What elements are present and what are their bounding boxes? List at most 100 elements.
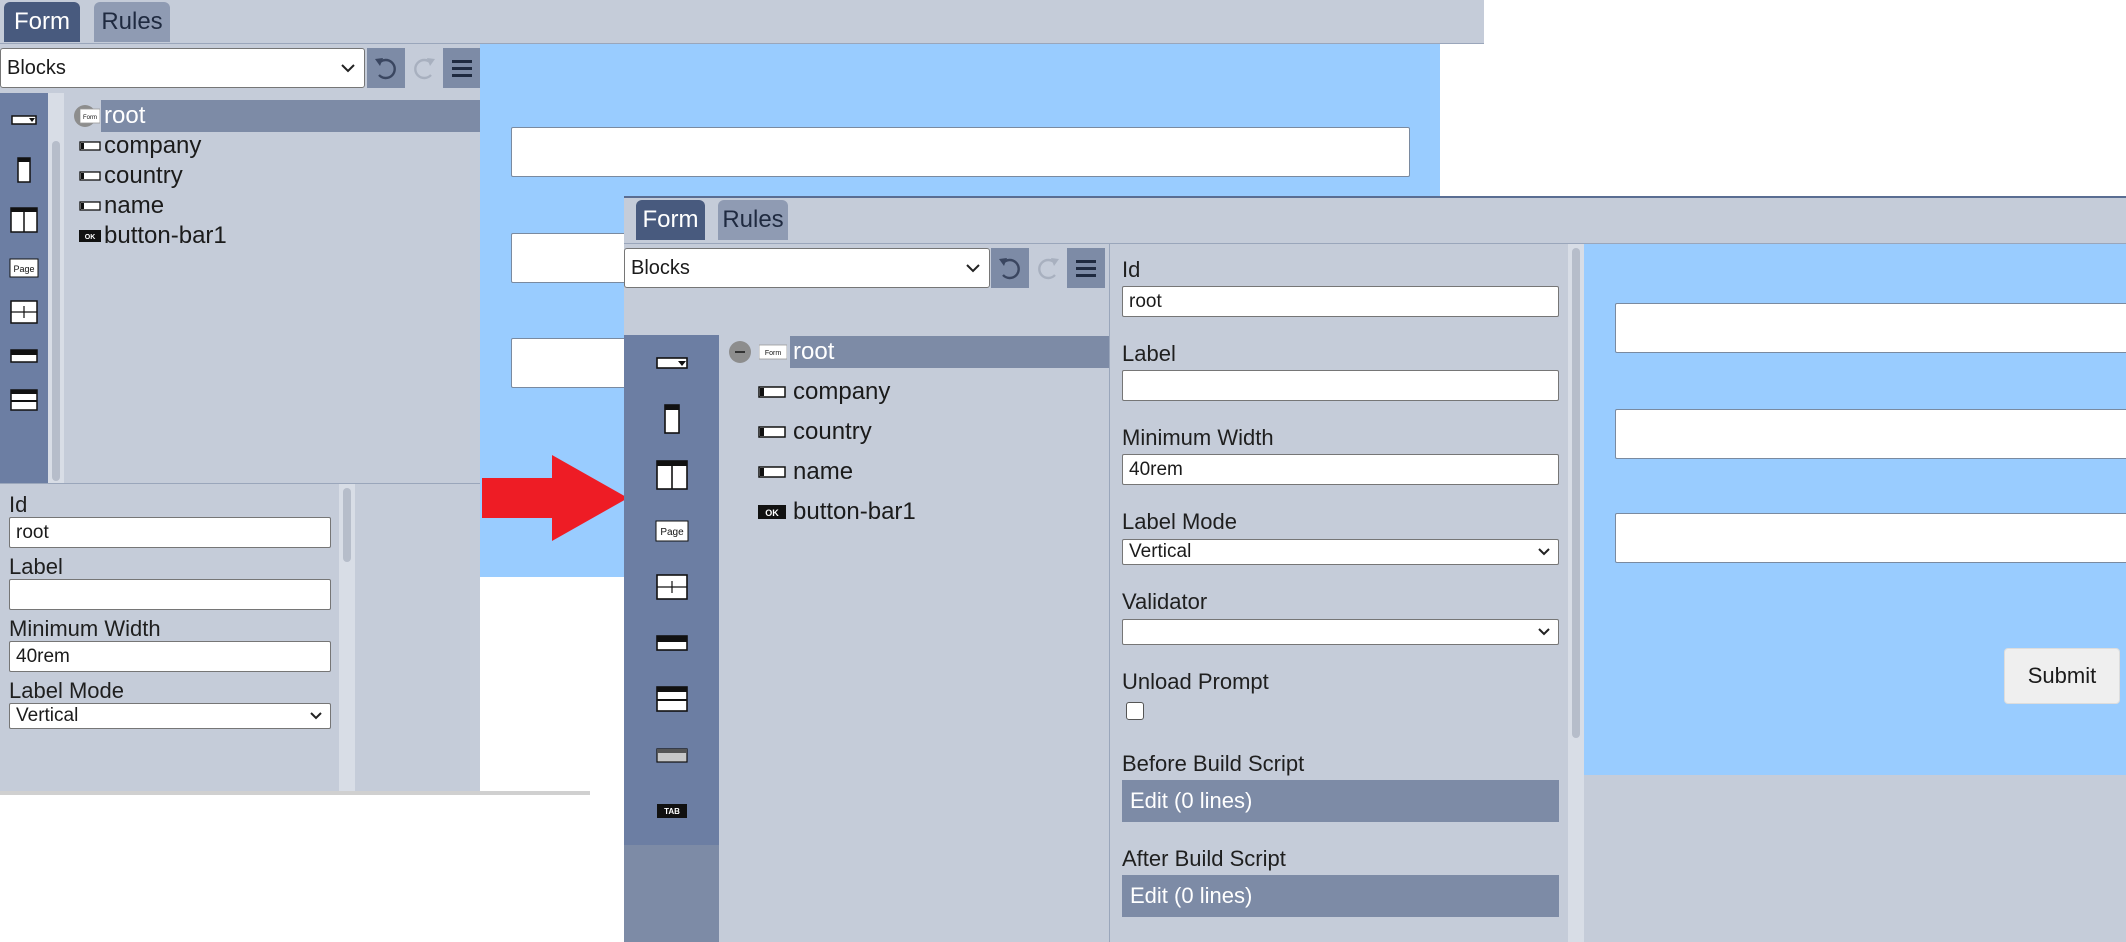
- tree-item-label: company: [104, 132, 202, 159]
- properties-scrollbar[interactable]: [1568, 244, 1584, 942]
- preview-company-input[interactable]: [1615, 303, 2126, 353]
- tab-rules[interactable]: Rules: [718, 200, 788, 240]
- tree-row-button-bar1[interactable]: OK button-bar1: [719, 496, 1109, 528]
- label-mode-select[interactable]: Vertical: [9, 703, 331, 729]
- chevron-down-icon: [1538, 548, 1550, 556]
- min-width-field[interactable]: 40rem: [9, 641, 331, 672]
- label-field[interactable]: [1122, 370, 1559, 401]
- preview-name-input[interactable]: [1615, 513, 2126, 563]
- field-block-icon[interactable]: [0, 99, 48, 141]
- tree-item-label: button-bar1: [104, 222, 227, 249]
- arrow-right-icon: [482, 455, 628, 541]
- properties-panel: Id root Label Minimum Width 40rem Label …: [0, 483, 480, 795]
- id-field[interactable]: root: [9, 517, 331, 548]
- tree-row-root[interactable]: Form root: [64, 100, 480, 132]
- form-icon: Form: [759, 342, 787, 362]
- block-palette: Page TAB: [624, 335, 719, 942]
- section-block-icon[interactable]: [0, 379, 48, 421]
- collapse-icon[interactable]: [729, 341, 751, 363]
- tree-row-name[interactable]: name: [719, 456, 1109, 488]
- field-block-icon[interactable]: [624, 335, 719, 391]
- validator-label: Validator: [1122, 589, 1208, 614]
- tab-block-icon[interactable]: TAB: [624, 783, 719, 839]
- tree-row-name[interactable]: name: [64, 190, 480, 222]
- header-block-icon[interactable]: [0, 335, 48, 377]
- label-field[interactable]: [9, 579, 331, 610]
- blocks-select[interactable]: Blocks: [624, 248, 990, 288]
- tree-row-country[interactable]: country: [64, 160, 480, 192]
- tree-item-label: country: [793, 418, 872, 445]
- before-build-script-edit-button[interactable]: Edit (0 lines): [1122, 780, 1559, 822]
- preview-company-input[interactable]: [511, 127, 1410, 177]
- field-icon: [758, 466, 786, 478]
- submit-button[interactable]: Submit: [2004, 648, 2120, 704]
- tab-form[interactable]: Form: [636, 200, 705, 240]
- label-label: Label: [9, 554, 63, 579]
- page-block-icon[interactable]: Page: [0, 247, 48, 289]
- redo-button[interactable]: [405, 48, 443, 88]
- tree-row-root[interactable]: Form root: [719, 336, 1109, 368]
- tree-row-country[interactable]: country: [719, 416, 1109, 448]
- label-mode-select[interactable]: Vertical: [1122, 539, 1559, 565]
- panel-block-icon[interactable]: [624, 727, 719, 783]
- id-field[interactable]: root: [1122, 286, 1559, 317]
- header-block-icon[interactable]: [624, 615, 719, 671]
- label-label: Label: [1122, 341, 1176, 366]
- undo-button[interactable]: [367, 48, 405, 88]
- vertical-block-icon[interactable]: [0, 149, 48, 191]
- svg-text:Page: Page: [660, 527, 684, 538]
- svg-text:Form: Form: [765, 350, 782, 357]
- tab-rules[interactable]: Rules: [94, 2, 170, 42]
- min-width-label: Minimum Width: [1122, 425, 1274, 450]
- tree-row-company[interactable]: company: [64, 130, 480, 162]
- preview-country-input[interactable]: [1615, 409, 2126, 459]
- field-icon: [79, 141, 101, 151]
- tree-root-label: root: [793, 338, 835, 365]
- page-block-icon[interactable]: Page: [624, 503, 719, 559]
- label-mode-value: Vertical: [1129, 541, 1192, 562]
- chevron-down-icon: [1538, 628, 1550, 636]
- min-width-field[interactable]: 40rem: [1122, 454, 1559, 485]
- id-label: Id: [1122, 257, 1141, 282]
- properties-scrollbar[interactable]: [339, 484, 355, 795]
- tab-form[interactable]: Form: [4, 2, 80, 42]
- after-build-script-edit-button[interactable]: Edit (0 lines): [1122, 875, 1559, 917]
- button-bar-icon: OK: [758, 505, 786, 519]
- columns-block-icon[interactable]: [624, 447, 719, 503]
- tree-item-label: button-bar1: [793, 498, 916, 525]
- redo-button[interactable]: [1029, 248, 1067, 288]
- chevron-down-icon: [341, 64, 355, 73]
- label-mode-label: Label Mode: [1122, 509, 1237, 534]
- section-block-icon[interactable]: [624, 671, 719, 727]
- vertical-block-icon[interactable]: [624, 391, 719, 447]
- validator-select[interactable]: [1122, 619, 1559, 645]
- undo-icon: [999, 258, 1020, 280]
- svg-text:TAB: TAB: [664, 807, 680, 816]
- columns-block-icon[interactable]: [0, 199, 48, 241]
- button-bar-icon: OK: [79, 230, 101, 242]
- tab-bar: Form Rules: [0, 0, 1484, 44]
- unload-prompt-checkbox[interactable]: [1126, 702, 1144, 720]
- unload-prompt-label: Unload Prompt: [1122, 669, 1269, 694]
- tree-row-company[interactable]: company: [719, 376, 1109, 408]
- grid-block-icon[interactable]: [624, 559, 719, 615]
- after-build-script-label: After Build Script: [1122, 846, 1286, 871]
- blocks-select[interactable]: Blocks: [0, 48, 365, 88]
- undo-button[interactable]: [991, 248, 1029, 288]
- menu-icon: [1076, 260, 1096, 277]
- field-icon: [758, 426, 786, 438]
- block-tree: Form root company country name OK button…: [64, 93, 480, 483]
- horizontal-scrollbar[interactable]: [0, 791, 590, 795]
- tree-root-label: root: [104, 102, 146, 129]
- palette-scrollbar[interactable]: [48, 93, 64, 483]
- tree-item-label: country: [104, 162, 183, 189]
- before-build-script-label: Before Build Script: [1122, 751, 1305, 776]
- grid-block-icon[interactable]: [0, 291, 48, 333]
- field-icon: [79, 171, 101, 181]
- undo-icon: [375, 58, 396, 80]
- redo-icon: [414, 58, 435, 80]
- tree-row-button-bar1[interactable]: OK button-bar1: [64, 220, 480, 252]
- menu-button[interactable]: [443, 48, 481, 88]
- label-mode-label: Label Mode: [9, 678, 124, 703]
- menu-button[interactable]: [1067, 248, 1105, 288]
